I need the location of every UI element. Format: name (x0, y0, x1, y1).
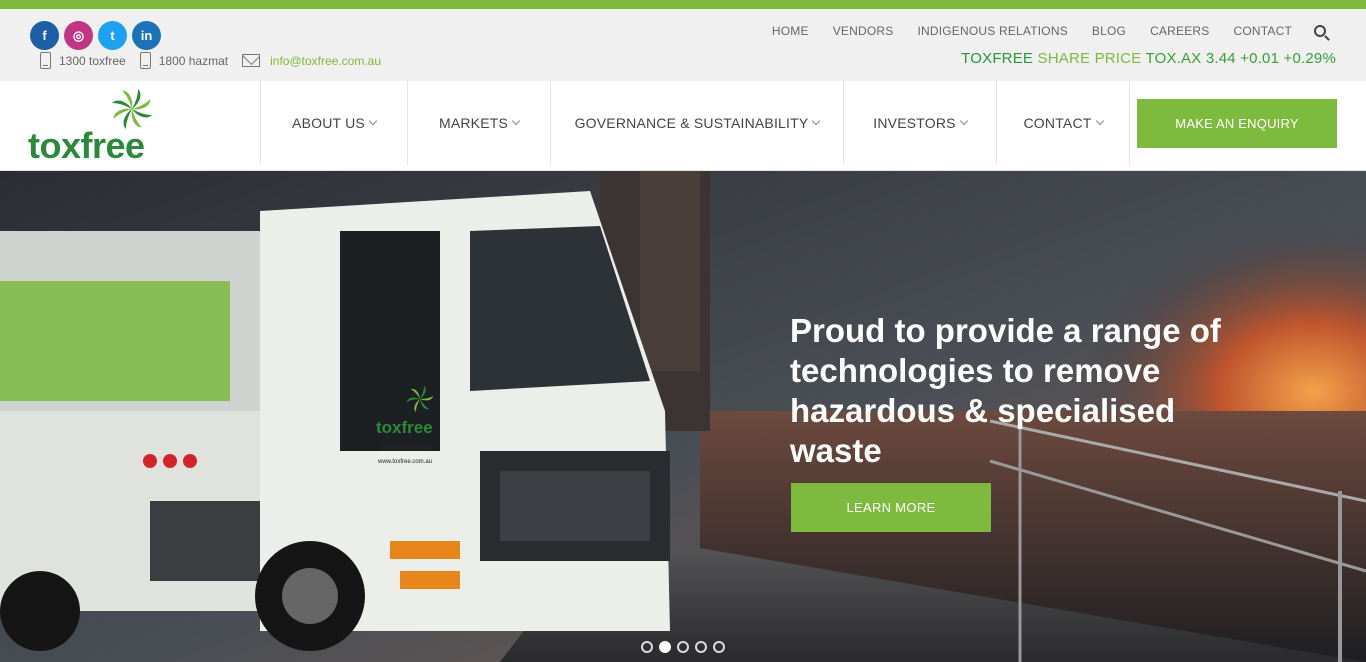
nav-governance-label: GOVERNANCE & SUSTAINABILITY (574, 115, 809, 131)
chevron-down-icon (1095, 116, 1104, 126)
utility-nav-vendors[interactable]: VENDORS (833, 24, 894, 38)
slider-dot-3[interactable] (677, 641, 689, 653)
utility-nav-indigenous-relations[interactable]: INDIGENOUS RELATIONS (917, 24, 1067, 38)
phone-1300-text: 1300 toxfree (59, 53, 126, 68)
logo[interactable]: toxfree (28, 89, 160, 166)
contact-info: 1300 toxfree 1800 hazmat info@toxfree.co… (40, 52, 395, 69)
nav-about-us[interactable]: ABOUT US (260, 81, 407, 165)
share-price: TOXFREE SHARE PRICE TOX.AX 3.44 +0.01 +0… (961, 50, 1336, 67)
slider-dot-1[interactable] (641, 641, 653, 653)
phone-icon (139, 52, 151, 69)
nav-investors-label: INVESTORS (873, 115, 956, 131)
phone-1800[interactable]: 1800 hazmat (139, 52, 229, 69)
email-text: info@toxfree.com.au (270, 53, 382, 68)
mail-icon (242, 54, 261, 67)
truck-phone-text: 1300 toxfree (380, 443, 433, 453)
hero-slider: toxfree 1300 toxfree www.toxfree.com.au … (0, 171, 1366, 662)
nav-markets-label: MARKETS (438, 115, 509, 131)
hero-title: Proud to provide a range of technologies… (790, 312, 1221, 469)
phone-icon (40, 52, 51, 69)
phone-1300[interactable]: 1300 toxfree (40, 52, 126, 69)
utility-nav-home[interactable]: HOME (772, 24, 809, 38)
share-price-label-2: SHARE PRICE (1037, 50, 1142, 67)
share-price-value: TOX.AX 3.44 +0.01 +0.29% (1145, 50, 1336, 67)
logo-text: toxfree (28, 125, 145, 166)
instagram-icon[interactable]: ◎ (64, 21, 93, 50)
truck-url-text: www.toxfree.com.au (377, 459, 432, 465)
nav-about-us-label: ABOUT US (292, 115, 365, 131)
slider-dots (641, 641, 725, 653)
utility-nav-contact[interactable]: CONTACT (1233, 24, 1292, 38)
slider-dot-5[interactable] (713, 641, 725, 653)
utility-nav-careers[interactable]: CAREERS (1150, 24, 1209, 38)
phone-1800-text: 1800 hazmat (158, 53, 229, 68)
main-nav: ABOUT US MARKETS GOVERNANCE & SUSTAINABI… (260, 81, 1130, 165)
chevron-down-icon (368, 116, 378, 126)
nav-contact-label: CONTACT (1023, 115, 1092, 131)
make-enquiry-button[interactable]: MAKE AN ENQUIRY (1137, 99, 1337, 148)
slider-dot-2[interactable] (659, 641, 671, 653)
utility-nav-blog[interactable]: BLOG (1092, 24, 1126, 38)
facebook-icon[interactable]: f (30, 21, 59, 50)
learn-more-button[interactable]: LEARN MORE (791, 483, 991, 532)
top-accent-bar (0, 0, 1366, 9)
chevron-down-icon (511, 116, 521, 126)
utility-bar: f ◎ t in 1300 toxfree 1800 hazmat info@t… (0, 9, 1366, 81)
truck-logo-text: toxfree (376, 418, 433, 437)
search-icon[interactable] (1314, 25, 1326, 37)
chevron-down-icon (959, 116, 968, 126)
linkedin-icon[interactable]: in (132, 21, 161, 50)
nav-markets[interactable]: MARKETS (407, 81, 550, 165)
twitter-icon[interactable]: t (98, 21, 127, 50)
email-link[interactable]: info@toxfree.com.au (242, 54, 381, 68)
pinwheel-logo-icon (112, 89, 152, 129)
nav-contact[interactable]: CONTACT (996, 81, 1130, 165)
nav-investors[interactable]: INVESTORS (843, 81, 996, 165)
main-header: toxfree ABOUT US MARKETS GOVERNANCE & SU… (0, 81, 1366, 171)
nav-governance-sustainability[interactable]: GOVERNANCE & SUSTAINABILITY (550, 81, 843, 165)
utility-nav: HOME VENDORS INDIGENOUS RELATIONS BLOG C… (748, 24, 1326, 38)
share-price-label-1: TOXFREE (961, 50, 1034, 67)
slider-dot-4[interactable] (695, 641, 707, 653)
social-links: f ◎ t in (30, 21, 161, 50)
chevron-down-icon (812, 116, 821, 126)
